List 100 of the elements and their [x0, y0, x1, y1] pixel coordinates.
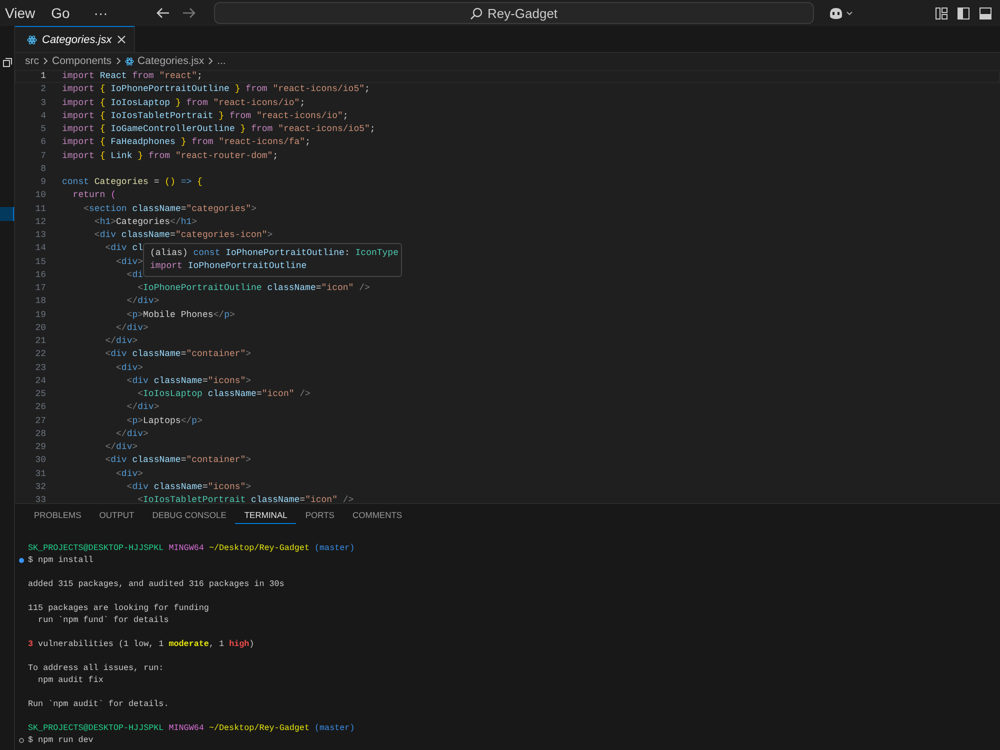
- terminal-line: SK_PROJECTS@DESKTOP-HJJSPKL MINGW64 ~/Desktop/Rey-Gadget (master): [28, 722, 355, 734]
- line-number: 27: [34, 414, 46, 428]
- tooltip-line: import IoPhonePortraitOutline: [150, 260, 308, 273]
- code-line: <di: [126, 268, 144, 282]
- line-number: 29: [34, 441, 46, 454]
- code-line: <section className="categories">: [82, 202, 256, 216]
- code-line: <div className="container">: [104, 454, 252, 468]
- line-number: 31: [34, 468, 46, 480]
- terminal-line: To address all issues, run:: [28, 662, 164, 674]
- code-line: </div>: [115, 428, 148, 441]
- layout-icon[interactable]: [935, 6, 948, 20]
- code-line: import { Link } from "react-router-dom";: [62, 150, 278, 162]
- copilot-icon[interactable]: [828, 6, 854, 20]
- panel-tab[interactable]: COMMENTS: [343, 510, 412, 524]
- code-line: <h1>Categories</h1>: [93, 216, 198, 229]
- code-line: <div className="icons">: [126, 480, 252, 494]
- code-line: <div>: [115, 468, 144, 480]
- code-line: import { IoIosTabletPortrait } from "react-icons/io";: [62, 110, 348, 123]
- selected-row-edge: [0, 207, 14, 221]
- line-number: 20: [34, 322, 46, 335]
- code-line: </div>: [104, 335, 138, 348]
- line-number: 14: [34, 242, 46, 256]
- code-line: import { IoGameControllerOutline } from "react-icons/io5";: [62, 123, 376, 136]
- line-number: 19: [34, 308, 46, 322]
- line-number: 18: [34, 295, 46, 308]
- code-line: const Categories = () => {: [62, 176, 202, 189]
- code-line: <IoPhonePortraitOutline className="icon" />: [136, 282, 370, 295]
- code-line: import { IoIosLaptop } from "react-icons/io";: [62, 96, 306, 110]
- breadcrumb-item[interactable]: ...: [217, 55, 226, 67]
- code-line: import { IoPhonePortraitOutline } from "react-icons/io5";: [62, 83, 370, 96]
- panel-tab[interactable]: TERMINAL: [235, 510, 296, 524]
- react-icon: [27, 34, 37, 44]
- breadcrumb-item[interactable]: Categories.jsx: [138, 55, 204, 67]
- terminal-line: npm audit fix: [37, 674, 104, 686]
- line-number: 17: [34, 282, 46, 295]
- code-line: <p>Laptops</p>: [126, 414, 202, 428]
- terminal-line: $ npm run dev: [28, 734, 94, 746]
- code-line: </div>: [126, 401, 160, 414]
- command-status-icon[interactable]: [19, 738, 24, 742]
- command-status-icon[interactable]: [19, 558, 24, 562]
- line-number: 30: [34, 454, 46, 468]
- editor-tab[interactable]: Categories.jsx: [15, 26, 135, 52]
- line-number: 13: [34, 229, 46, 242]
- line-number: 1: [40, 70, 46, 83]
- code-line: <div cl: [104, 242, 144, 256]
- code-line: import React from "react";: [62, 70, 202, 83]
- line-number: 9: [40, 176, 46, 189]
- code-line: return (: [72, 189, 116, 202]
- code-line: </div>: [126, 295, 160, 308]
- chevron-icon: [116, 57, 121, 65]
- line-number: 7: [40, 150, 46, 162]
- breadcrumb-item[interactable]: src: [25, 55, 39, 67]
- terminal-line: Run `npm audit` for details.: [28, 698, 169, 710]
- back-arrow-icon[interactable]: [156, 7, 170, 19]
- line-number: 10: [34, 189, 46, 202]
- panel-tab[interactable]: PROBLEMS: [25, 510, 90, 524]
- code-line: <p>Mobile Phones</p>: [126, 308, 235, 322]
- menu-item[interactable]: View: [3, 5, 38, 21]
- panel-tab[interactable]: DEBUG CONSOLE: [143, 510, 236, 524]
- chevron-icon: [43, 57, 48, 65]
- line-number: 28: [34, 428, 46, 441]
- terminal-line: SK_PROJECTS@DESKTOP-HJJSPKL MINGW64 ~/Desktop/Rey-Gadget (master): [28, 542, 355, 554]
- sidebar-toggle-icon[interactable]: [957, 6, 970, 20]
- code-line: <div>: [115, 362, 144, 374]
- breadcrumb-item[interactable]: Components: [52, 55, 112, 67]
- line-number: 12: [34, 216, 46, 229]
- line-number: 26: [34, 401, 46, 414]
- line-number: 22: [34, 348, 46, 362]
- line-number: 33: [34, 494, 46, 503]
- terminal-line: 3 vulnerabilities (1 low, 1 moderate, 1 high): [28, 638, 254, 650]
- line-number: 15: [34, 256, 46, 268]
- terminal-line: 115 packages are looking for funding: [28, 602, 209, 614]
- line-number: 25: [34, 388, 46, 401]
- menu-item[interactable]: ···: [92, 5, 110, 21]
- line-number: 6: [40, 136, 46, 150]
- forward-arrow-icon[interactable]: [182, 7, 196, 19]
- chevron-icon: [208, 57, 214, 65]
- panel-toggle-icon[interactable]: [979, 6, 992, 20]
- code-line: <div className="icons">: [126, 374, 252, 388]
- menu-item[interactable]: Go: [49, 5, 72, 21]
- code-line: </div>: [115, 322, 148, 335]
- line-number: 21: [34, 335, 46, 348]
- panel-tab[interactable]: PORTS: [296, 510, 344, 524]
- line-number: 23: [34, 362, 46, 374]
- code-line: import { FaHeadphones } from "react-icons/fa";: [62, 136, 310, 150]
- panel-tab[interactable]: OUTPUT: [90, 510, 144, 524]
- line-number: 3: [40, 96, 46, 110]
- collapse-icon[interactable]: [3, 58, 12, 67]
- line-number: 8: [40, 162, 46, 176]
- command-center-search[interactable]: Rey-Gadget: [214, 2, 814, 24]
- close-icon[interactable]: [116, 35, 126, 44]
- search-icon: [470, 6, 484, 20]
- line-number: 4: [40, 110, 46, 123]
- react-icon: [124, 56, 134, 66]
- terminal-line: run `npm fund` for details: [37, 614, 169, 626]
- line-number: 24: [34, 374, 46, 388]
- code-line: <IoIosTabletPortrait className="icon" />: [136, 494, 354, 503]
- line-number: 5: [40, 123, 46, 136]
- terminal-line: $ npm install: [28, 554, 94, 566]
- code-line: </div>: [104, 441, 138, 454]
